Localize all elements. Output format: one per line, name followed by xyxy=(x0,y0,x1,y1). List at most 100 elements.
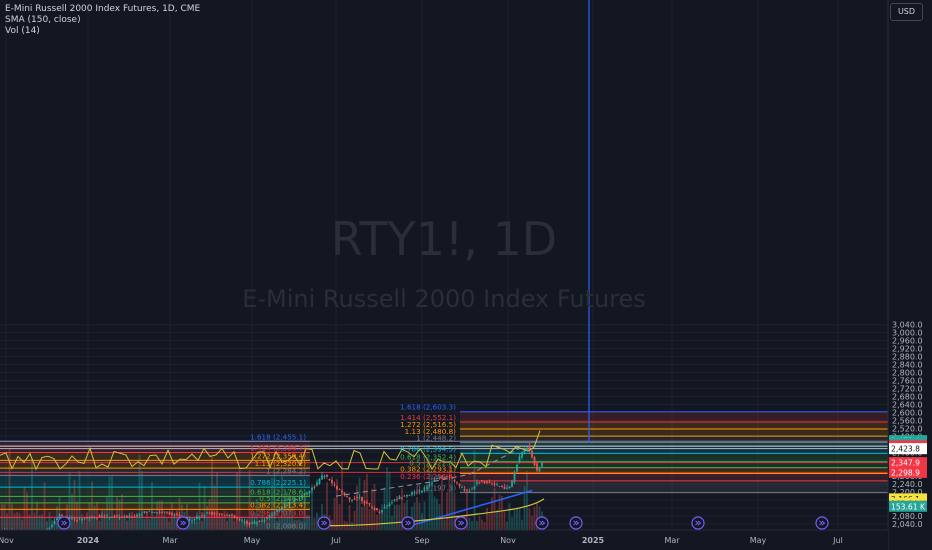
candle-body xyxy=(111,516,113,518)
volume-bar xyxy=(376,514,378,530)
volume-bar xyxy=(501,495,503,530)
legend-title[interactable]: E-Mini Russell 2000 Index Futures, 1D, C… xyxy=(5,4,200,15)
candle-body xyxy=(213,512,216,515)
candle-body xyxy=(518,456,521,463)
chart-legend: E-Mini Russell 2000 Index Futures, 1D, C… xyxy=(5,4,200,37)
volume-bar xyxy=(426,521,428,530)
candle-body xyxy=(208,512,211,514)
candle-body xyxy=(408,494,411,496)
candle-body xyxy=(456,482,458,484)
candle-body xyxy=(211,511,213,515)
candle-body xyxy=(466,489,468,491)
volume-bar xyxy=(361,507,363,530)
candle-body xyxy=(253,521,256,525)
candle-body xyxy=(308,491,311,494)
fib-left-label: 1 (2,284.2) xyxy=(266,466,306,475)
candle-body xyxy=(118,517,121,518)
candle-body xyxy=(376,508,378,511)
candle-body xyxy=(126,515,128,518)
volume-bar xyxy=(388,471,391,530)
candle-body xyxy=(86,517,88,518)
fib-left-label: 0 (2,008.0) xyxy=(266,521,306,530)
candle-body xyxy=(233,515,236,518)
volume-bar xyxy=(516,507,518,530)
candle-body xyxy=(491,482,493,484)
price-chart[interactable]: 1.618 (2,603.3)1.414 (2,552.1)1.272 (2,5… xyxy=(0,0,932,550)
candle-body xyxy=(401,497,403,499)
fib-left-label: 0.236 (2,073.0) xyxy=(250,508,306,517)
candle-body xyxy=(88,516,91,519)
time-tick-label: Nov xyxy=(0,536,14,545)
candle-body xyxy=(243,521,246,523)
candle-body xyxy=(231,514,233,516)
volume-bar xyxy=(436,498,438,530)
candle-body xyxy=(458,484,461,486)
volume-bar xyxy=(478,516,481,530)
volume-bar xyxy=(503,511,506,530)
candle-body xyxy=(146,511,148,513)
candle-body xyxy=(373,507,376,511)
candle-body xyxy=(508,486,511,489)
candle-body xyxy=(216,513,218,515)
fib-left-zone xyxy=(0,517,310,531)
candle-body xyxy=(536,463,538,471)
candle-body xyxy=(81,519,83,521)
volume-bar xyxy=(341,461,343,530)
candle-body xyxy=(176,513,178,516)
candle-body xyxy=(246,521,248,524)
fib-left-label: 1.618 (2,455.1) xyxy=(250,432,306,441)
candle-body xyxy=(321,475,323,480)
fib-right-label: 0.236 (2,256.4) xyxy=(400,472,456,481)
candle-body xyxy=(206,512,208,514)
candle-body xyxy=(351,499,353,502)
volume-bar xyxy=(506,521,508,530)
fib-right-label: 1.618 (2,603.3) xyxy=(400,403,456,412)
volume-bar xyxy=(476,520,478,530)
candle-body xyxy=(328,479,331,481)
candle-body xyxy=(196,516,198,519)
volume-bar xyxy=(418,502,421,530)
volume-bar xyxy=(483,521,486,530)
candle-body xyxy=(506,487,508,489)
volume-bar xyxy=(313,517,316,530)
candle-body xyxy=(241,519,243,521)
candle-body xyxy=(363,501,366,504)
candle-body xyxy=(478,481,481,483)
legend-vol[interactable]: Vol (14) xyxy=(5,26,200,37)
candle-body xyxy=(266,518,268,519)
candle-body xyxy=(323,475,326,478)
candle-body xyxy=(366,502,368,504)
volume-bar xyxy=(443,519,446,530)
volume-bar xyxy=(533,506,536,530)
legend-sma[interactable]: SMA (150, close) xyxy=(5,15,200,26)
candle-body xyxy=(501,485,503,488)
candle-body xyxy=(306,492,308,495)
volume-bar xyxy=(493,488,496,530)
candle-body xyxy=(463,489,466,491)
candle-body xyxy=(201,514,203,516)
volume-bar xyxy=(521,519,523,530)
candle-body xyxy=(161,512,163,514)
candle-body xyxy=(101,515,103,518)
fib-right-label: 1 (2,448.2) xyxy=(416,434,456,443)
fib-right-zone xyxy=(460,480,888,493)
candle-body xyxy=(218,513,221,515)
candle-body xyxy=(131,516,133,518)
volume-bar xyxy=(381,504,383,530)
candle-body xyxy=(338,489,341,491)
fib-right-zone xyxy=(460,473,888,481)
candle-body xyxy=(353,498,356,500)
volume-bar xyxy=(518,509,521,530)
price-tick-label: 2,040.0 xyxy=(892,520,923,529)
candle-body xyxy=(71,518,73,519)
candle-body xyxy=(73,518,76,520)
candle-body xyxy=(516,464,518,472)
candle-body xyxy=(251,523,253,524)
candle-body xyxy=(136,514,138,517)
fib-right-zone xyxy=(460,411,888,422)
time-tick-label: Jul xyxy=(330,536,341,545)
candle-body xyxy=(178,514,181,517)
candle-body xyxy=(121,516,123,518)
currency-button[interactable]: USD xyxy=(890,3,923,21)
candle-body xyxy=(336,486,338,490)
